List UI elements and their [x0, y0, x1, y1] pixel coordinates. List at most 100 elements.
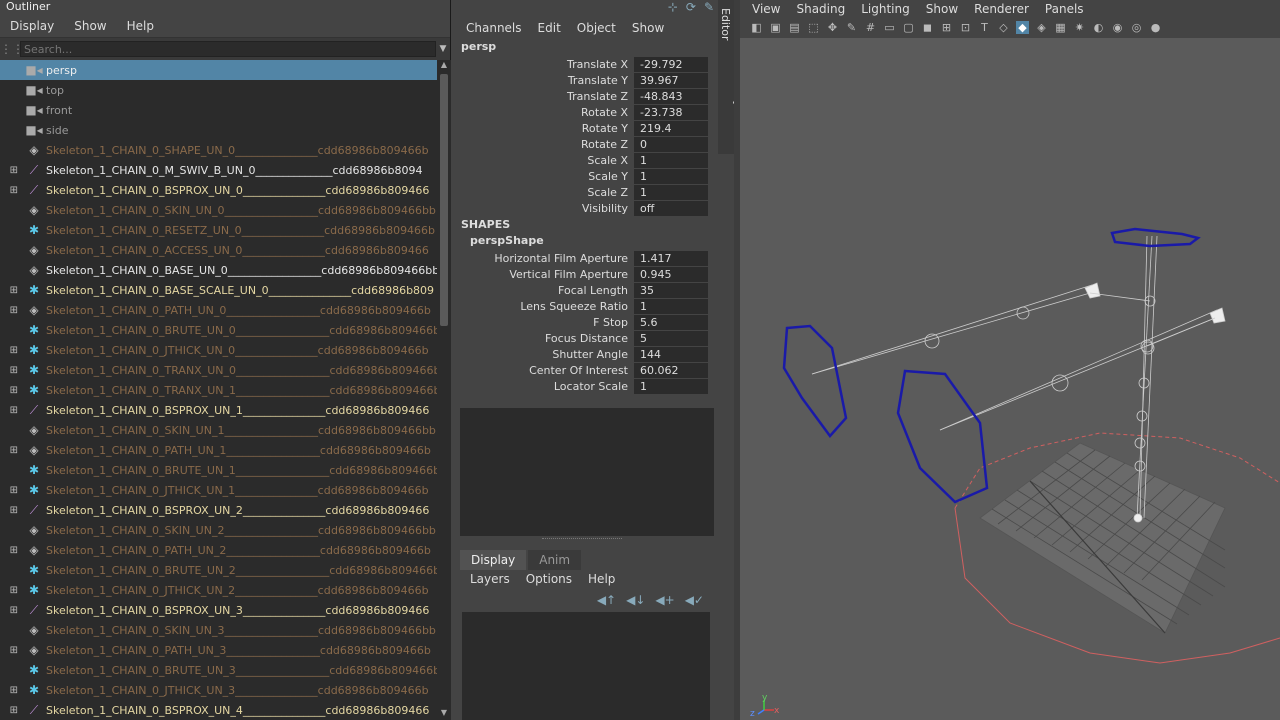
outliner-item[interactable]: ◈ Skeleton_1_CHAIN_0_SKIN_UN_1 ___________…: [0, 420, 437, 440]
expand-icon[interactable]: ⊞: [0, 545, 22, 556]
resolution-gate-icon[interactable]: ▢: [902, 21, 915, 34]
expand-icon[interactable]: ⊞: [0, 185, 22, 196]
expand-icon[interactable]: ⊞: [0, 305, 22, 316]
channel-attribute-row[interactable]: Locator Scale 1: [452, 378, 718, 394]
outliner-item[interactable]: ✱ Skeleton_1_CHAIN_0_BRUTE_UN_0 __________…: [0, 320, 437, 340]
channel-attribute-row[interactable]: Scale Z1: [452, 184, 718, 200]
expand-icon[interactable]: ⊞: [0, 285, 22, 296]
attribute-value-field[interactable]: -48.843: [634, 88, 708, 104]
channel-attribute-row[interactable]: Rotate Y 219.4: [452, 120, 718, 136]
search-dropdown-icon[interactable]: ▼: [436, 44, 450, 54]
attribute-value-field[interactable]: 1.417: [634, 250, 708, 266]
outliner-item[interactable]: ■◂ front: [0, 100, 437, 120]
outliner-item[interactable]: ⊞ ◈ Skeleton_1_CHAIN_0_PATH_UN_3 __________…: [0, 640, 437, 660]
scrollbar-thumb[interactable]: [440, 74, 448, 326]
tab-display[interactable]: Display: [460, 550, 527, 570]
outliner-item[interactable]: ⊞ ✱ Skeleton_1_CHAIN_0_TRANX_UN_1 _________…: [0, 380, 437, 400]
channel-attribute-row[interactable]: Lens Squeeze Ratio 1: [452, 298, 718, 314]
attribute-value-field[interactable]: 1: [634, 298, 708, 314]
bookmark-icon[interactable]: ▤: [788, 21, 801, 34]
expand-icon[interactable]: ⊞: [0, 645, 22, 656]
outliner-item[interactable]: ⊞ ◈ Skeleton_1_CHAIN_0_PATH_UN_0 __________…: [0, 300, 437, 320]
expand-icon[interactable]: ⊞: [0, 405, 22, 416]
move-layer-up-icon[interactable]: ◀↑: [597, 593, 616, 607]
edit-menu[interactable]: Edit: [530, 21, 569, 35]
attribute-label[interactable]: Scale X: [452, 154, 634, 167]
channel-attribute-row[interactable]: Horizontal Film Aperture 1.417: [452, 250, 718, 266]
attribute-label[interactable]: Vertical Film Aperture: [452, 268, 634, 281]
safe-action-icon[interactable]: ⊡: [959, 21, 972, 34]
attribute-value-field[interactable]: 35: [634, 282, 708, 298]
viewport-scene[interactable]: x y z: [740, 38, 1280, 720]
attribute-label[interactable]: Horizontal Film Aperture: [452, 252, 634, 265]
outliner-item[interactable]: ◈ Skeleton_1_CHAIN_0_BASE_UN_0 ___________…: [0, 260, 437, 280]
attribute-value-field[interactable]: 0.945: [634, 266, 708, 282]
new-layer-icon[interactable]: ◀+: [655, 593, 674, 607]
attribute-label[interactable]: Translate X: [452, 58, 634, 71]
attribute-value-field[interactable]: 5.6: [634, 314, 708, 330]
filter-icon[interactable]: ⋮⋮: [0, 42, 24, 56]
outliner-item[interactable]: ⊞ ◈ Skeleton_1_CHAIN_0_PATH_UN_1 __________…: [0, 440, 437, 460]
outliner-item[interactable]: ⊞ ◈ Skeleton_1_CHAIN_0_PATH_UN_2 __________…: [0, 540, 437, 560]
lighting-menu[interactable]: Lighting: [853, 2, 918, 16]
viewport-panel[interactable]: View Shading Lighting Show Renderer Pane…: [740, 0, 1280, 720]
attribute-value-field[interactable]: 5: [634, 330, 708, 346]
outliner-item[interactable]: ✱ Skeleton_1_CHAIN_0_RESETZ_UN_0 _________…: [0, 220, 437, 240]
film-gate-icon[interactable]: ▭: [883, 21, 896, 34]
outliner-item[interactable]: ⊞ ✱ Skeleton_1_CHAIN_0_TRANX_UN_0 _________…: [0, 360, 437, 380]
attribute-label[interactable]: Lens Squeeze Ratio: [452, 300, 634, 313]
attribute-label[interactable]: Shutter Angle: [452, 348, 634, 361]
attribute-label[interactable]: Scale Y: [452, 170, 634, 183]
attribute-value-field[interactable]: off: [634, 200, 708, 216]
shading-menu[interactable]: Shading: [788, 2, 853, 16]
expand-icon[interactable]: ⊞: [0, 605, 22, 616]
expand-icon[interactable]: ⊞: [0, 365, 22, 376]
attribute-value-field[interactable]: 60.062: [634, 362, 708, 378]
expand-icon[interactable]: ⊞: [0, 685, 22, 696]
shadows-icon[interactable]: ◐: [1092, 21, 1105, 34]
attribute-value-field[interactable]: 0: [634, 136, 708, 152]
smooth-shade-icon[interactable]: ◆: [1016, 21, 1029, 34]
renderer-menu[interactable]: Renderer: [966, 2, 1037, 16]
channel-attribute-row[interactable]: Rotate Z0: [452, 136, 718, 152]
grease-pencil-icon[interactable]: ✎: [845, 21, 858, 34]
outliner-item[interactable]: ■◂ side: [0, 120, 437, 140]
channel-attribute-row[interactable]: Vertical Film Aperture 0.945: [452, 266, 718, 282]
attribute-label[interactable]: Focal Length: [452, 284, 634, 297]
image-plane-icon[interactable]: ⬚: [807, 21, 820, 34]
attribute-value-field[interactable]: 1: [634, 168, 708, 184]
camera-select-icon[interactable]: ◧: [750, 21, 763, 34]
attribute-label[interactable]: Translate Y: [452, 74, 634, 87]
outliner-item[interactable]: ◈ Skeleton_1_CHAIN_0_SKIN_UN_3 ___________…: [0, 620, 437, 640]
channel-attribute-row[interactable]: F Stop 5.6: [452, 314, 718, 330]
move-layer-down-icon[interactable]: ◀↓: [626, 593, 645, 607]
outliner-item[interactable]: ⊞ ✱ Skeleton_1_CHAIN_0_JTHICK_UN_2 ________…: [0, 580, 437, 600]
tab-anim[interactable]: Anim: [528, 550, 582, 570]
outliner-menu-show[interactable]: Show: [64, 19, 116, 33]
outliner-menu-help[interactable]: Help: [117, 19, 164, 33]
scroll-up-icon[interactable]: ▲: [439, 60, 449, 72]
outliner-item[interactable]: ⊞ ⟋ Skeleton_1_CHAIN_0_BSPROX_UN_1 ________…: [0, 400, 437, 420]
attribute-label[interactable]: Center Of Interest: [452, 364, 634, 377]
channels-menu[interactable]: Channels: [458, 21, 530, 35]
attribute-value-field[interactable]: 1: [634, 378, 708, 394]
attribute-value-field[interactable]: 1: [634, 184, 708, 200]
show-menu[interactable]: Show: [624, 21, 672, 35]
channel-attribute-row[interactable]: Scale Y1: [452, 168, 718, 184]
attribute-value-field[interactable]: 39.967: [634, 72, 708, 88]
outliner-item[interactable]: ⊞ ⟋ Skeleton_1_CHAIN_0_M_SWIV_B_UN_0 ______…: [0, 160, 437, 180]
outliner-item[interactable]: ✱ Skeleton_1_CHAIN_0_BRUTE_UN_3 __________…: [0, 660, 437, 680]
expand-icon[interactable]: ⊞: [0, 705, 22, 716]
attribute-label[interactable]: Visibility: [452, 202, 634, 215]
outliner-item[interactable]: ✱ Skeleton_1_CHAIN_0_BRUTE_UN_1 __________…: [0, 460, 437, 480]
sync-icon[interactable]: ⟳: [686, 0, 696, 16]
outliner-item[interactable]: ■◂ top: [0, 80, 437, 100]
channel-attribute-row[interactable]: Shutter Angle 144: [452, 346, 718, 362]
panel-splitter[interactable]: [542, 538, 622, 542]
scroll-down-icon[interactable]: ▼: [439, 708, 449, 720]
panels-menu[interactable]: Panels: [1037, 2, 1092, 16]
attribute-label[interactable]: F Stop: [452, 316, 634, 329]
channel-attribute-row[interactable]: Center Of Interest 60.062: [452, 362, 718, 378]
expand-icon[interactable]: ⊞: [0, 385, 22, 396]
options-menu[interactable]: Options: [518, 572, 580, 586]
